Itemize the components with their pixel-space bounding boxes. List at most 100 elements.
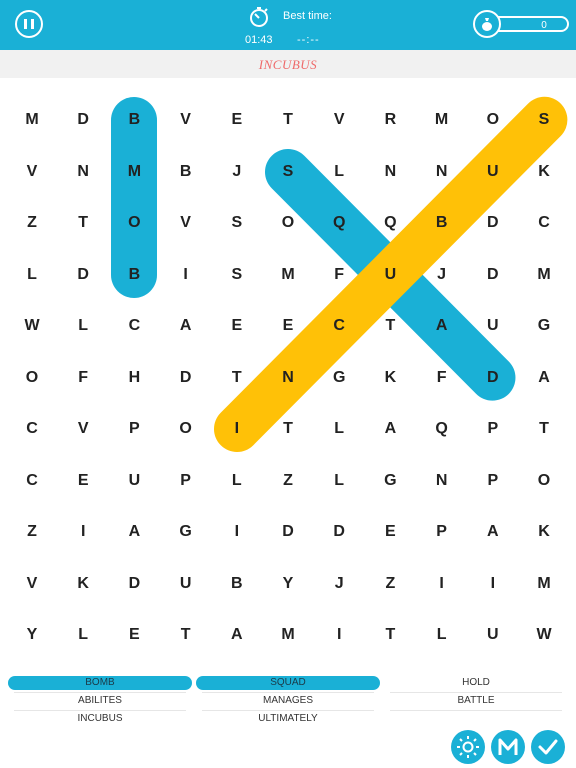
- grid-letter[interactable]: T: [375, 620, 405, 650]
- grid-letter[interactable]: N: [68, 157, 98, 187]
- grid-letter[interactable]: S: [222, 208, 252, 238]
- grid-letter[interactable]: E: [375, 517, 405, 547]
- grid-letter[interactable]: J: [427, 260, 457, 290]
- m-button[interactable]: [491, 730, 525, 764]
- grid-letter[interactable]: T: [171, 620, 201, 650]
- grid-letter[interactable]: M: [529, 569, 559, 599]
- grid-letter[interactable]: T: [375, 311, 405, 341]
- grid-letter[interactable]: I: [427, 569, 457, 599]
- grid-letter[interactable]: C: [17, 466, 47, 496]
- grid-letter[interactable]: N: [427, 466, 457, 496]
- grid-letter[interactable]: F: [324, 260, 354, 290]
- grid-letter[interactable]: E: [273, 311, 303, 341]
- grid-letter[interactable]: G: [529, 311, 559, 341]
- grid-letter[interactable]: C: [529, 208, 559, 238]
- grid-letter[interactable]: A: [222, 620, 252, 650]
- grid-letter[interactable]: P: [478, 414, 508, 444]
- grid-letter[interactable]: S: [273, 157, 303, 187]
- grid-letter[interactable]: U: [478, 157, 508, 187]
- grid-letter[interactable]: T: [68, 208, 98, 238]
- grid-letter[interactable]: L: [222, 466, 252, 496]
- pause-button[interactable]: [15, 10, 43, 38]
- grid-letter[interactable]: B: [119, 260, 149, 290]
- grid-letter[interactable]: W: [529, 620, 559, 650]
- grid-letter[interactable]: P: [427, 517, 457, 547]
- grid-letter[interactable]: Q: [375, 208, 405, 238]
- grid-letter[interactable]: Z: [375, 569, 405, 599]
- grid-letter[interactable]: V: [324, 105, 354, 135]
- grid-letter[interactable]: T: [222, 363, 252, 393]
- grid-letter[interactable]: U: [375, 260, 405, 290]
- grid-letter[interactable]: K: [529, 157, 559, 187]
- grid-letter[interactable]: M: [119, 157, 149, 187]
- grid-letter[interactable]: L: [427, 620, 457, 650]
- grid-letter[interactable]: B: [222, 569, 252, 599]
- grid-letter[interactable]: D: [119, 569, 149, 599]
- grid-letter[interactable]: O: [119, 208, 149, 238]
- grid-letter[interactable]: R: [375, 105, 405, 135]
- grid-letter[interactable]: I: [171, 260, 201, 290]
- grid-letter[interactable]: V: [171, 208, 201, 238]
- grid-letter[interactable]: L: [68, 311, 98, 341]
- grid-letter[interactable]: U: [478, 311, 508, 341]
- grid-letter[interactable]: U: [119, 466, 149, 496]
- hint-button[interactable]: [451, 730, 485, 764]
- check-button[interactable]: [531, 730, 565, 764]
- grid-letter[interactable]: Y: [17, 620, 47, 650]
- grid-letter[interactable]: O: [17, 363, 47, 393]
- grid-letter[interactable]: G: [324, 363, 354, 393]
- grid-letter[interactable]: I: [222, 414, 252, 444]
- grid-letter[interactable]: Z: [17, 517, 47, 547]
- grid-letter[interactable]: I: [68, 517, 98, 547]
- grid-letter[interactable]: E: [222, 311, 252, 341]
- grid-letter[interactable]: K: [529, 517, 559, 547]
- grid-letter[interactable]: V: [17, 569, 47, 599]
- grid-letter[interactable]: L: [324, 157, 354, 187]
- grid-letter[interactable]: F: [68, 363, 98, 393]
- grid-letter[interactable]: H: [119, 363, 149, 393]
- grid-letter[interactable]: O: [273, 208, 303, 238]
- grid-letter[interactable]: W: [17, 311, 47, 341]
- grid-letter[interactable]: O: [529, 466, 559, 496]
- grid-letter[interactable]: Y: [273, 569, 303, 599]
- grid-letter[interactable]: B: [427, 208, 457, 238]
- grid-letter[interactable]: K: [375, 363, 405, 393]
- grid-letter[interactable]: B: [171, 157, 201, 187]
- grid-letter[interactable]: D: [478, 208, 508, 238]
- grid-letter[interactable]: L: [324, 414, 354, 444]
- word-grid[interactable]: MDBVETVRMOSVNMBJSLNNUKZTOVSOQQBDCLDBISMF…: [0, 78, 576, 672]
- grid-letter[interactable]: M: [17, 105, 47, 135]
- grid-letter[interactable]: B: [119, 105, 149, 135]
- grid-letter[interactable]: P: [119, 414, 149, 444]
- grid-letter[interactable]: Q: [427, 414, 457, 444]
- grid-letter[interactable]: T: [273, 414, 303, 444]
- grid-letter[interactable]: S: [529, 105, 559, 135]
- grid-letter[interactable]: K: [68, 569, 98, 599]
- grid-letter[interactable]: N: [375, 157, 405, 187]
- grid-letter[interactable]: I: [222, 517, 252, 547]
- grid-letter[interactable]: M: [273, 260, 303, 290]
- grid-letter[interactable]: V: [17, 157, 47, 187]
- grid-letter[interactable]: Q: [324, 208, 354, 238]
- grid-letter[interactable]: M: [529, 260, 559, 290]
- grid-letter[interactable]: A: [119, 517, 149, 547]
- grid-letter[interactable]: A: [171, 311, 201, 341]
- grid-letter[interactable]: G: [375, 466, 405, 496]
- grid-letter[interactable]: M: [427, 105, 457, 135]
- grid-letter[interactable]: A: [478, 517, 508, 547]
- grid-letter[interactable]: J: [222, 157, 252, 187]
- grid-letter[interactable]: E: [68, 466, 98, 496]
- grid-letter[interactable]: E: [119, 620, 149, 650]
- grid-letter[interactable]: U: [171, 569, 201, 599]
- grid-letter[interactable]: A: [375, 414, 405, 444]
- grid-letter[interactable]: T: [529, 414, 559, 444]
- grid-letter[interactable]: V: [171, 105, 201, 135]
- grid-letter[interactable]: O: [171, 414, 201, 444]
- grid-letter[interactable]: D: [68, 105, 98, 135]
- grid-letter[interactable]: D: [171, 363, 201, 393]
- grid-letter[interactable]: D: [478, 363, 508, 393]
- grid-letter[interactable]: I: [478, 569, 508, 599]
- grid-letter[interactable]: D: [478, 260, 508, 290]
- grid-letter[interactable]: L: [68, 620, 98, 650]
- grid-letter[interactable]: A: [529, 363, 559, 393]
